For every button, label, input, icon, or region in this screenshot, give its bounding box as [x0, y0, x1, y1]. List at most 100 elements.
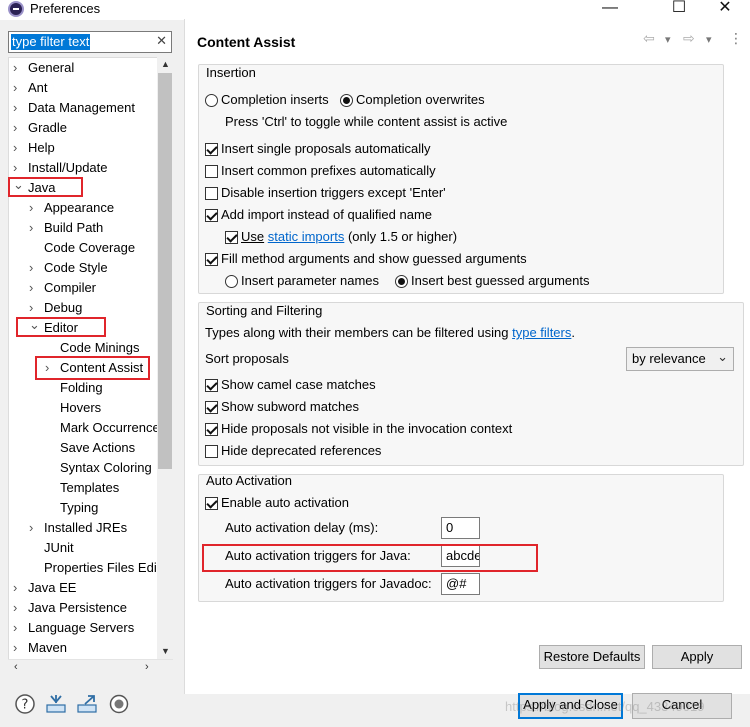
tree-item-label[interactable]: Typing: [60, 498, 98, 518]
tree-item-label[interactable]: JUnit: [44, 538, 74, 558]
chevron-right-icon[interactable]: ›: [13, 118, 17, 138]
tree-item[interactable]: Save Actions: [9, 438, 159, 458]
hide-deprecated-label[interactable]: Hide deprecated references: [221, 442, 381, 460]
tree-item[interactable]: Hovers: [9, 398, 159, 418]
tree-item-label[interactable]: Installed JREs: [44, 518, 127, 538]
record-icon[interactable]: [108, 693, 130, 715]
scroll-down-icon[interactable]: ▼: [161, 646, 170, 656]
completion-overwrites-radio[interactable]: [340, 94, 353, 107]
tree-item-label[interactable]: Data Management: [28, 98, 135, 118]
completion-inserts-label[interactable]: Completion inserts: [221, 91, 329, 109]
tree-item[interactable]: JUnit: [9, 538, 159, 558]
insert-best-guessed-label[interactable]: Insert best guessed arguments: [411, 272, 590, 290]
use-static-imports-checkbox[interactable]: [225, 231, 238, 244]
restore-defaults-button[interactable]: Restore Defaults: [539, 645, 645, 669]
tree-item-label[interactable]: Code Style: [44, 258, 108, 278]
close-button[interactable]: ✕: [702, 0, 748, 18]
chevron-right-icon[interactable]: ›: [13, 578, 17, 598]
tree-item-label[interactable]: Help: [28, 138, 55, 158]
tree-item[interactable]: Code Coverage: [9, 238, 159, 258]
chevron-right-icon[interactable]: ›: [13, 98, 17, 118]
clear-filter-icon[interactable]: ✕: [156, 33, 167, 49]
tree-item[interactable]: › Ant: [9, 78, 159, 98]
tree-item-label[interactable]: Folding: [60, 378, 103, 398]
tree-item-label[interactable]: Install/Update: [28, 158, 108, 178]
tree-item-label[interactable]: Code Minings: [60, 338, 140, 358]
insert-best-guessed-radio[interactable]: [395, 275, 408, 288]
fill-method-checkbox[interactable]: [205, 253, 218, 266]
tree-item[interactable]: › Data Management: [9, 98, 159, 118]
tree-item-label[interactable]: Build Path: [44, 218, 103, 238]
tree-item[interactable]: Typing: [9, 498, 159, 518]
camel-case-label[interactable]: Show camel case matches: [221, 376, 376, 394]
tree-item-label[interactable]: Compiler: [44, 278, 96, 298]
chevron-right-icon[interactable]: ›: [29, 278, 33, 298]
tree-item[interactable]: Properties Files Edi: [9, 558, 159, 578]
import-icon[interactable]: [45, 693, 67, 715]
enable-auto-activation-label[interactable]: Enable auto activation: [221, 494, 349, 512]
insert-common-label[interactable]: Insert common prefixes automatically: [221, 162, 436, 180]
tree-scroll-thumb[interactable]: [158, 73, 172, 469]
tree-item[interactable]: Syntax Coloring: [9, 458, 159, 478]
camel-case-checkbox[interactable]: [205, 379, 218, 392]
tree-item[interactable]: › Compiler: [9, 278, 159, 298]
view-menu-icon[interactable]: ⋮: [729, 30, 743, 47]
tree-item[interactable]: Templates: [9, 478, 159, 498]
back-menu-icon[interactable]: ▾: [665, 33, 671, 46]
tree-item-label[interactable]: Language Servers: [28, 618, 134, 638]
chevron-right-icon[interactable]: ›: [13, 58, 17, 78]
tree-item[interactable]: › Java Persistence: [9, 598, 159, 618]
filter-input[interactable]: type filter text ✕: [8, 31, 172, 53]
tree-item-label[interactable]: Hovers: [60, 398, 101, 418]
insert-single-checkbox[interactable]: [205, 143, 218, 156]
maximize-button[interactable]: ☐: [656, 0, 702, 18]
hide-not-visible-checkbox[interactable]: [205, 423, 218, 436]
sort-proposals-select[interactable]: by relevance ⌄: [626, 347, 734, 371]
tree-item-label[interactable]: Syntax Coloring: [60, 458, 152, 478]
completion-overwrites-label[interactable]: Completion overwrites: [356, 91, 485, 109]
chevron-right-icon[interactable]: ›: [13, 618, 17, 638]
static-imports-link[interactable]: static imports: [268, 229, 345, 244]
tree-item[interactable]: › Code Style: [9, 258, 159, 278]
use-label[interactable]: Use: [241, 229, 264, 244]
scroll-up-icon[interactable]: ▲: [161, 59, 170, 69]
tree-item-label[interactable]: Templates: [60, 478, 119, 498]
hide-deprecated-checkbox[interactable]: [205, 445, 218, 458]
tree-item-label[interactable]: Mark Occurrence: [60, 418, 160, 438]
tree-item-label[interactable]: Code Coverage: [44, 238, 135, 258]
tree-item[interactable]: › Install/Update: [9, 158, 159, 178]
tree-item-label[interactable]: Save Actions: [60, 438, 135, 458]
insert-parameter-names-radio[interactable]: [225, 275, 238, 288]
chevron-right-icon[interactable]: ›: [29, 518, 33, 538]
tree-item-label[interactable]: Properties Files Edi: [44, 558, 157, 578]
back-icon[interactable]: ⇦: [643, 30, 655, 47]
fill-method-label[interactable]: Fill method arguments and show guessed a…: [221, 250, 527, 268]
subword-label[interactable]: Show subword matches: [221, 398, 359, 416]
minimize-button[interactable]: —: [587, 0, 633, 18]
help-icon[interactable]: ?: [14, 693, 36, 715]
tree-item[interactable]: Folding: [9, 378, 159, 398]
tree-item-label[interactable]: Maven: [28, 638, 67, 658]
enable-auto-activation-checkbox[interactable]: [205, 497, 218, 510]
tree-item-label[interactable]: Gradle: [28, 118, 67, 138]
tree-item[interactable]: › Appearance: [9, 198, 159, 218]
tree-item[interactable]: › Java EE: [9, 578, 159, 598]
tree-item[interactable]: Mark Occurrence: [9, 418, 160, 438]
tree-item[interactable]: › Gradle: [9, 118, 159, 138]
tree-item[interactable]: › Build Path: [9, 218, 159, 238]
chevron-right-icon[interactable]: ›: [13, 138, 17, 158]
tree-item[interactable]: › Help: [9, 138, 159, 158]
add-import-checkbox[interactable]: [205, 209, 218, 222]
disable-triggers-checkbox[interactable]: [205, 187, 218, 200]
type-filters-link[interactable]: type filters: [512, 325, 571, 340]
apply-button[interactable]: Apply: [652, 645, 742, 669]
tree-item[interactable]: › Installed JREs: [9, 518, 159, 538]
tree-item-label[interactable]: Appearance: [44, 198, 114, 218]
chevron-right-icon[interactable]: ›: [13, 598, 17, 618]
tree-item[interactable]: Code Minings: [9, 338, 159, 358]
add-import-label[interactable]: Add import instead of qualified name: [221, 206, 432, 224]
forward-menu-icon[interactable]: ▾: [706, 33, 712, 46]
chevron-right-icon[interactable]: ›: [29, 258, 33, 278]
subword-checkbox[interactable]: [205, 401, 218, 414]
activation-delay-input[interactable]: 0: [441, 517, 480, 539]
